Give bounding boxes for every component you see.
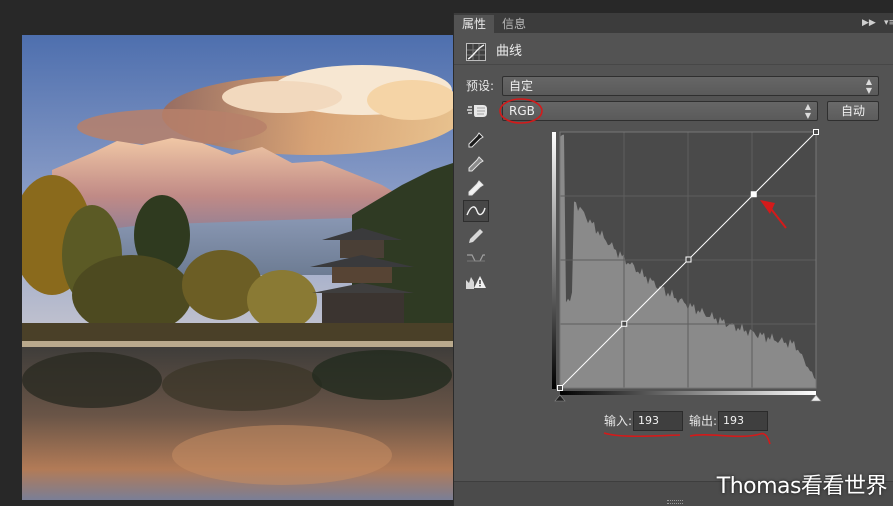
curve-control-point[interactable] xyxy=(813,129,819,135)
curves-adjustment-icon xyxy=(466,43,486,61)
panel-header: 曲线 xyxy=(454,35,893,65)
input-gradient-bar xyxy=(560,391,816,395)
channel-select[interactable]: RGB ▲ ▼ xyxy=(502,101,818,121)
resize-grip-icon[interactable] xyxy=(667,500,683,504)
pencil-draw-icon[interactable] xyxy=(463,225,489,247)
preset-select[interactable]: 自定 ▲ ▼ xyxy=(502,76,879,96)
curve-control-point[interactable] xyxy=(621,320,628,327)
watermark-text: Thomas看看世界 xyxy=(716,474,888,499)
black-point-eyedropper-icon[interactable] xyxy=(463,129,489,151)
tab-properties[interactable]: 属性 xyxy=(454,15,495,33)
black-point-slider-icon xyxy=(554,394,566,402)
collapse-panel-icon[interactable]: ▶▶ xyxy=(862,16,876,30)
input-value-field[interactable]: 193 xyxy=(633,411,683,431)
curve-control-point[interactable] xyxy=(750,191,757,198)
clipping-warning-icon[interactable] xyxy=(463,271,489,293)
landscape-photo xyxy=(22,35,453,500)
gray-point-eyedropper-icon[interactable] xyxy=(463,153,489,175)
white-point-slider-icon xyxy=(810,394,822,402)
curves-graph[interactable] xyxy=(552,129,822,409)
select-updown-icon: ▲ ▼ xyxy=(804,102,811,120)
select-updown-icon: ▲ ▼ xyxy=(865,77,872,95)
curve-edit-icon[interactable] xyxy=(463,200,489,222)
preset-label: 预设: xyxy=(466,79,495,93)
tab-info[interactable]: 信息 xyxy=(494,15,534,33)
curve-control-point[interactable] xyxy=(557,385,563,391)
output-value-field[interactable]: 193 xyxy=(718,411,768,431)
channel-select-value: RGB xyxy=(509,104,535,118)
auto-button[interactable]: 自动 xyxy=(827,101,879,121)
panel-tab-bar: 属性 信息 ▶▶ ▾≡ xyxy=(454,13,893,33)
photo-canvas xyxy=(22,35,453,500)
panel-title: 曲线 xyxy=(496,44,523,59)
properties-panel: 属性 信息 ▶▶ ▾≡ 曲线 预设: 自定 ▲ ▼ RGB ▲ ▼ 自动 输入:… xyxy=(453,13,893,506)
preset-select-value: 自定 xyxy=(509,79,534,93)
on-image-adjust-hand-icon[interactable] xyxy=(463,99,491,121)
output-label: 输出: xyxy=(689,414,718,428)
panel-menu-icon[interactable]: ▾≡ xyxy=(884,16,893,30)
curve-control-point[interactable] xyxy=(685,256,692,263)
input-label: 输入: xyxy=(604,414,633,428)
white-point-eyedropper-icon[interactable] xyxy=(463,177,489,199)
smooth-curve-icon[interactable] xyxy=(463,247,489,269)
